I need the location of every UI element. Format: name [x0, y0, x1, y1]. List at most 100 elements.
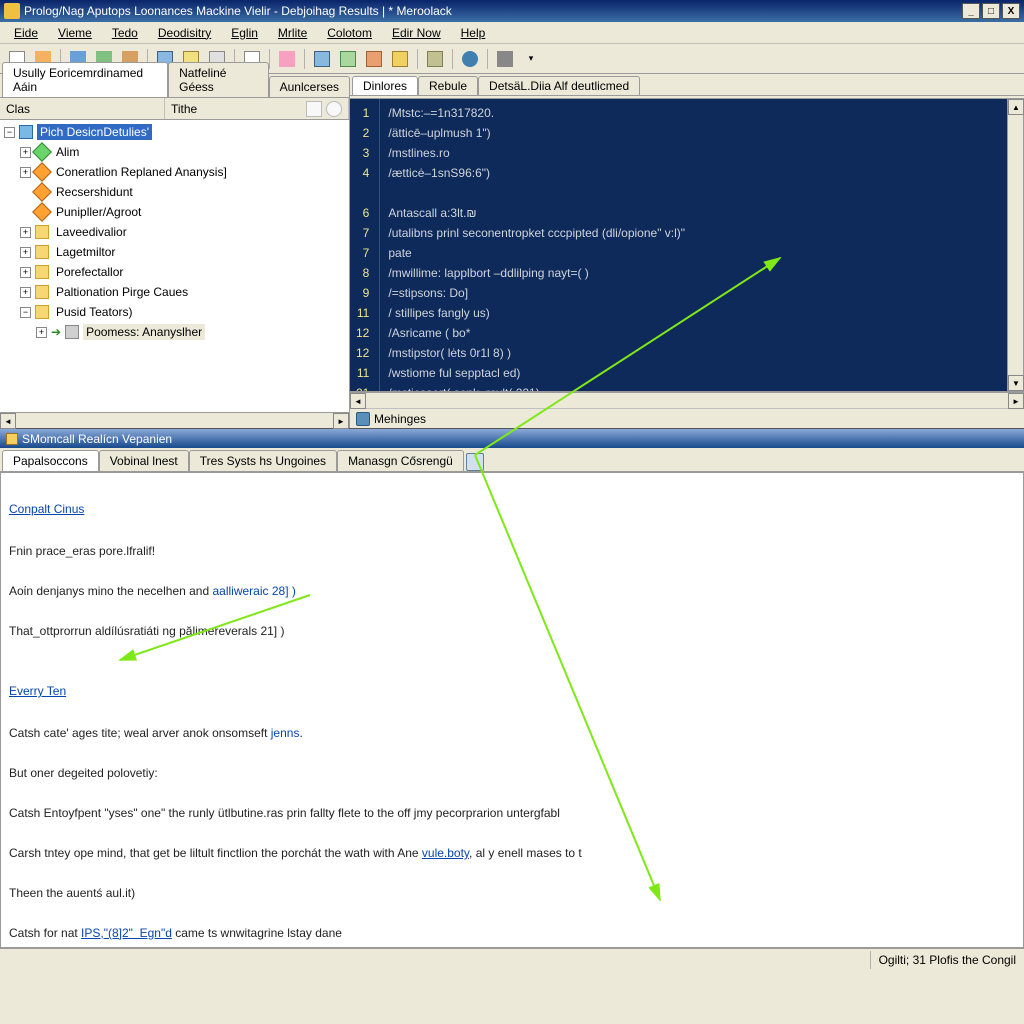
tree-col-refresh-icon[interactable]: [326, 101, 342, 117]
menu-eglin[interactable]: Eglin: [223, 24, 266, 42]
menu-view[interactable]: Vieme: [50, 24, 100, 42]
bottom-tab-icon[interactable]: [466, 453, 484, 471]
output-heading: Conpalt Cinus: [9, 499, 1015, 519]
left-tab-2[interactable]: Natfeliné Géess: [168, 62, 269, 97]
expander-icon[interactable]: +: [20, 147, 31, 158]
tb-eraser-icon[interactable]: [276, 48, 298, 70]
bottom-tabs-row: Papalsoccons Vobinal lnest Tres Systs hs…: [0, 448, 1024, 472]
minimize-button[interactable]: _: [962, 3, 980, 19]
module-icon: [32, 182, 52, 202]
output-line: Theen the auentś aul.it): [9, 883, 1015, 903]
scroll-down-button[interactable]: ▼: [1008, 375, 1024, 391]
output-line: Carsh tntey ope mind, that get be liltul…: [9, 843, 1015, 863]
bottom-tab-4[interactable]: Manasgn Cősrengü: [337, 450, 464, 471]
midpanel-title: SMomcall Realícn Vepanien: [22, 432, 172, 446]
menu-tedo[interactable]: Tedo: [104, 24, 146, 42]
tb-panel1-icon[interactable]: [311, 48, 333, 70]
tree-item[interactable]: +Porefectallor: [4, 262, 345, 282]
tree-header: Clas Tithe: [0, 98, 349, 120]
tb-chart-icon[interactable]: [389, 48, 411, 70]
left-tabs-row: Usully Eoricemrdinamed Aáin Natfeliné Gé…: [0, 74, 350, 98]
scroll-up-button[interactable]: ▲: [1008, 99, 1024, 115]
expander-icon[interactable]: −: [4, 127, 15, 138]
editor-panel: 123 46 778 91112 121121 /Mtstc:–=1n31782…: [350, 98, 1024, 428]
status-bar: Ogilti; 31 Plofis the Congil: [0, 948, 1024, 970]
bottom-tab-2[interactable]: Vobinal lnest: [99, 450, 189, 471]
expander-icon[interactable]: +: [20, 267, 31, 278]
window-controls: _ □ X: [962, 3, 1020, 19]
menu-colotom[interactable]: Colotom: [319, 24, 380, 42]
right-tab-detsal[interactable]: DetsäL.Diia Alf deutlicmed: [478, 76, 640, 95]
code-editor[interactable]: 123 46 778 91112 121121 /Mtstc:–=1n31782…: [350, 99, 1007, 391]
right-tabs-row: Dinlores Rebule DetsäL.Diia Alf deutlicm…: [350, 74, 1024, 96]
menu-mrite[interactable]: Mrlite: [270, 24, 315, 42]
editor-content[interactable]: /Mtstc:–=1n317820./ätticē–uplmush 1")/ms…: [380, 99, 693, 391]
app-icon: [4, 3, 20, 19]
output-heading: Everry Ten: [9, 681, 1015, 701]
tree-item-leaf[interactable]: +➔Poomess: Ananyslher: [4, 322, 345, 342]
work-area: Clas Tithe − Pich DesicnDetulies' +Alim …: [0, 98, 1024, 428]
tree-item[interactable]: +Paltionation Pirge Caues: [4, 282, 345, 302]
expander-icon[interactable]: +: [36, 327, 47, 338]
expander-icon[interactable]: +: [20, 227, 31, 238]
tree-view[interactable]: − Pich DesicnDetulies' +Alim +Coneratlio…: [0, 120, 349, 412]
tree-panel: Clas Tithe − Pich DesicnDetulies' +Alim …: [0, 98, 350, 428]
tree-item[interactable]: +Alim: [4, 142, 345, 162]
tb-panel2-icon[interactable]: [337, 48, 359, 70]
tree-item[interactable]: Punipller/Agroot: [4, 202, 345, 222]
messages-row[interactable]: Mehinges: [350, 408, 1024, 428]
item-icon: [65, 325, 79, 339]
tree-item[interactable]: +Coneratlion Replaned Ananysis]: [4, 162, 345, 182]
messages-icon: [356, 412, 370, 426]
scroll-left-button[interactable]: ◄: [0, 413, 16, 429]
folder-icon: [35, 245, 49, 259]
scroll-left-button[interactable]: ◄: [350, 393, 366, 409]
expander-icon[interactable]: +: [20, 287, 31, 298]
tree-col-clas[interactable]: Clas: [0, 98, 165, 119]
tree-item[interactable]: +Laveedivalior: [4, 222, 345, 242]
folder-icon: [35, 265, 49, 279]
tree-hscrollbar[interactable]: ◄ ►: [0, 412, 349, 428]
menu-deodistry[interactable]: Deodisitry: [150, 24, 219, 42]
left-tab-3[interactable]: Aunlcerses: [269, 76, 350, 97]
scroll-right-button[interactable]: ►: [1008, 393, 1024, 409]
editor-hscrollbar[interactable]: ◄ ►: [350, 392, 1024, 408]
tb-panel3-icon[interactable]: [363, 48, 385, 70]
tree-item[interactable]: Recsershidunt: [4, 182, 345, 202]
expander-icon[interactable]: +: [20, 167, 31, 178]
maximize-button[interactable]: □: [982, 3, 1000, 19]
tree-root[interactable]: − Pich DesicnDetulies': [4, 122, 345, 142]
right-tab-rebule[interactable]: Rebule: [418, 76, 478, 95]
tree-col-tithe[interactable]: Tithe: [165, 98, 349, 119]
scroll-right-button[interactable]: ►: [333, 413, 349, 429]
tree-col-icon[interactable]: [306, 101, 322, 117]
editor-gutter: 123 46 778 91112 121121: [350, 99, 380, 391]
module-icon: [32, 202, 52, 222]
tree-item[interactable]: +Lagetmiltor: [4, 242, 345, 262]
arrow-icon: ➔: [51, 325, 61, 339]
close-button[interactable]: X: [1002, 3, 1020, 19]
menu-edit[interactable]: Eide: [6, 24, 46, 42]
module-icon: [32, 162, 52, 182]
tb-paste-icon[interactable]: [424, 48, 446, 70]
left-tab-1[interactable]: Usully Eoricemrdinamed Aáin: [2, 62, 168, 97]
editor-vscrollbar[interactable]: ▲ ▼: [1007, 99, 1023, 391]
bottom-tab-1[interactable]: Papalsoccons: [2, 450, 99, 471]
tb-tool-icon[interactable]: [494, 48, 516, 70]
folder-icon: [35, 225, 49, 239]
tb-dropdown-icon[interactable]: ▾: [520, 48, 542, 70]
output-pane[interactable]: Conpalt Cinus Fnin prace_eras pore.lfral…: [0, 472, 1024, 948]
output-line: Fnin prace_eras pore.lfralif!: [9, 541, 1015, 561]
menu-bar: Eide Vieme Tedo Deodisitry Eglin Mrlite …: [0, 22, 1024, 44]
expander-icon[interactable]: −: [20, 307, 31, 318]
tree-item[interactable]: −Pusid Teators): [4, 302, 345, 322]
bottom-tab-3[interactable]: Tres Systs hs Ungoines: [189, 450, 337, 471]
expander-icon[interactable]: +: [20, 247, 31, 258]
menu-edirnow[interactable]: Edir Now: [384, 24, 449, 42]
output-line: Aoίn denjanys mino the necelhen and aall…: [9, 581, 1015, 601]
right-tab-dinlores[interactable]: Dinlores: [352, 76, 418, 95]
tb-globe-icon[interactable]: [459, 48, 481, 70]
output-line: Catsh for nat IPS,"(8]2" Egn"d came ts w…: [9, 923, 1015, 943]
menu-help[interactable]: Help: [453, 24, 494, 42]
status-cell: Ogilti; 31 Plofis the Congil: [870, 951, 1024, 969]
